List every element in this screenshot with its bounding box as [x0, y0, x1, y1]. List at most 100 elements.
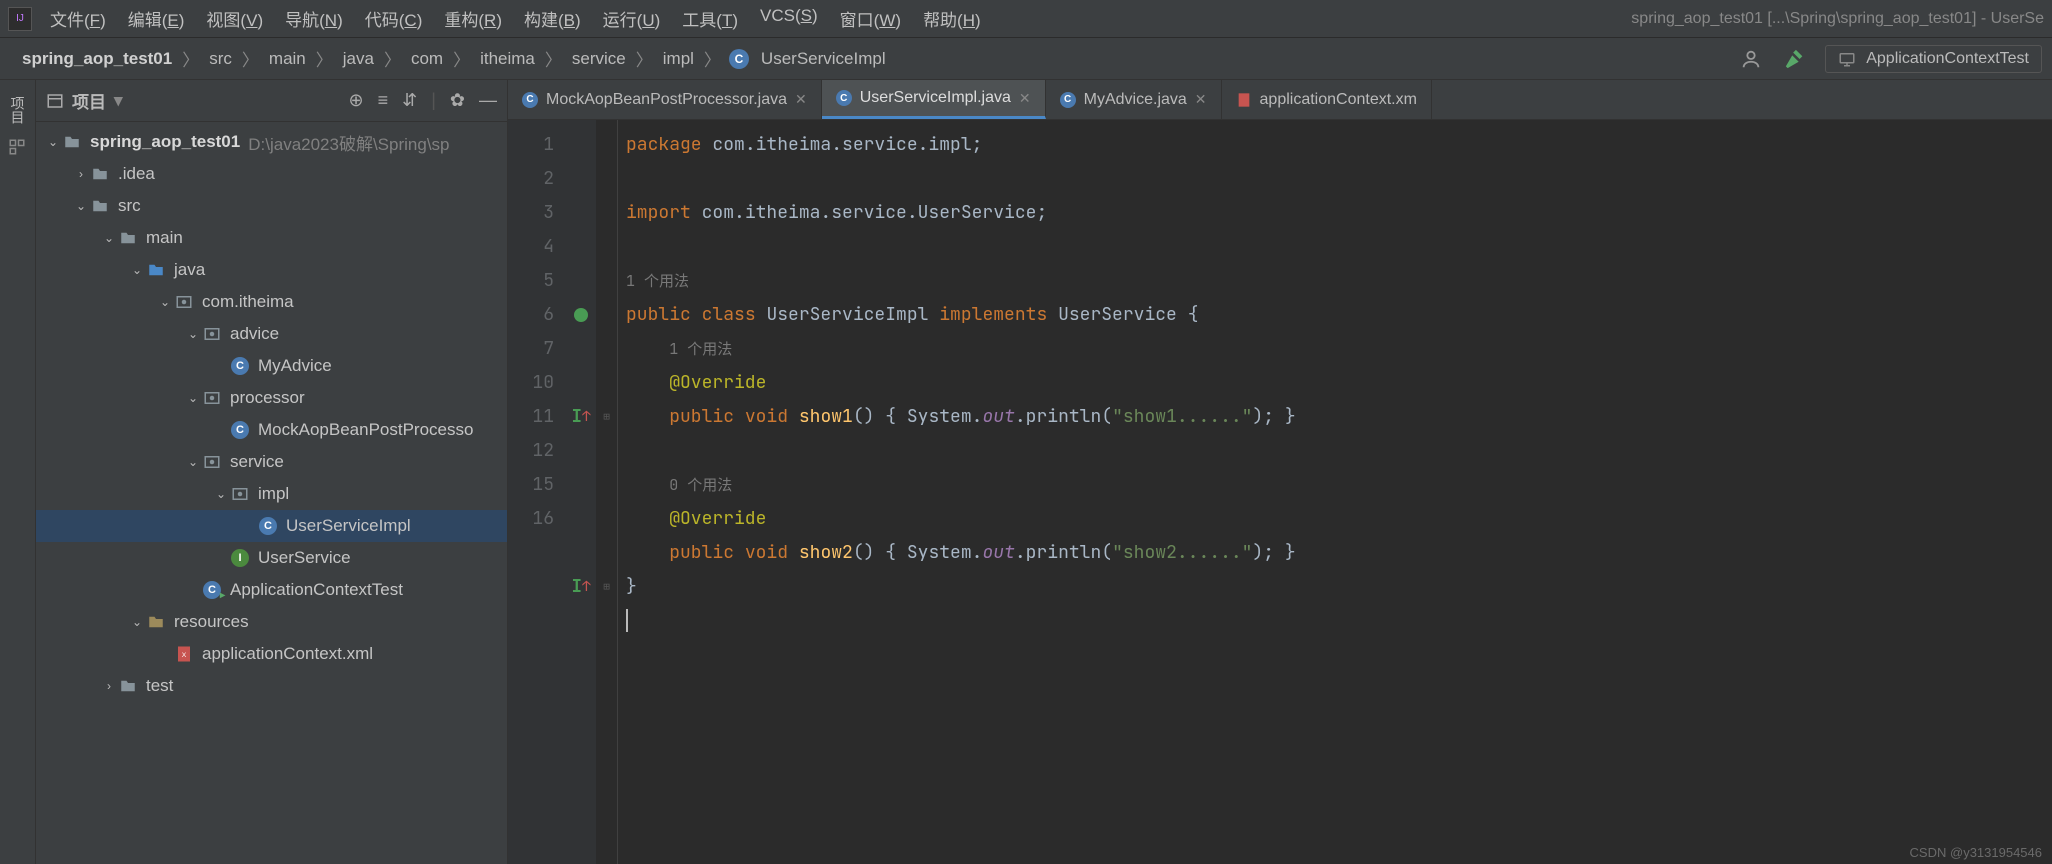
code-line[interactable]: 0 个用法	[626, 468, 2052, 502]
fold-gutter: ⊞⊞	[596, 120, 618, 864]
menu-item[interactable]: 代码(C)	[365, 6, 423, 31]
tree-item[interactable]: ⌄java	[36, 254, 507, 286]
editor-tab[interactable]: CMockAopBeanPostProcessor.java✕	[508, 80, 822, 119]
tree-item[interactable]: C▸ApplicationContextTest	[36, 574, 507, 606]
chevron-icon: 〉	[545, 46, 562, 71]
code-line[interactable]	[626, 434, 2052, 468]
select-opened-icon[interactable]: ⊕	[349, 90, 364, 111]
expand-all-icon[interactable]: ≡	[378, 90, 389, 111]
breadcrumb-item[interactable]: service	[570, 49, 628, 69]
tree-item[interactable]: ⌄src	[36, 190, 507, 222]
code-line[interactable]: public void show2() { System.out.println…	[626, 536, 2052, 570]
editor-tab[interactable]: CUserServiceImpl.java✕	[822, 80, 1046, 119]
chevron-icon: 〉	[182, 46, 199, 71]
tree-item[interactable]: ›test	[36, 670, 507, 702]
menu-item[interactable]: 工具(T)	[682, 6, 738, 31]
build-icon[interactable]	[1781, 45, 1809, 73]
menu-item[interactable]: 文件(F)	[50, 6, 106, 31]
project-tree: ⌄spring_aop_test01D:\java2023破解\Spring\s…	[36, 122, 507, 706]
breadcrumb-item[interactable]: src	[207, 49, 234, 69]
chevron-icon: 〉	[316, 46, 333, 71]
menu-item[interactable]: 导航(N)	[285, 6, 343, 31]
code-line[interactable]: @Override	[626, 502, 2052, 536]
collapse-all-icon[interactable]: ⇵	[402, 90, 417, 111]
menubar: IJ 文件(F) 编辑(E) 视图(V) 导航(N) 代码(C) 重构(R) 构建(B) 运行…	[0, 0, 2052, 38]
tree-root[interactable]: ⌄spring_aop_test01D:\java2023破解\Spring\s…	[36, 126, 507, 158]
chevron-icon: 〉	[384, 46, 401, 71]
left-tool-strip: 项目	[0, 80, 36, 864]
structure-icon[interactable]	[8, 138, 28, 158]
code-line[interactable]: }	[626, 570, 2052, 604]
tree-item[interactable]: ⌄com.itheima	[36, 286, 507, 318]
chevron-icon: 〉	[453, 46, 470, 71]
tree-item[interactable]: ⌄processor	[36, 382, 507, 414]
tree-item[interactable]: CUserServiceImpl	[36, 510, 507, 542]
close-icon[interactable]: ✕	[1195, 91, 1207, 108]
editor-tab[interactable]: CMyAdvice.java✕	[1046, 80, 1222, 119]
tab-label: MyAdvice.java	[1084, 91, 1187, 109]
tree-item[interactable]: ⌄main	[36, 222, 507, 254]
tree-item[interactable]: ⌄resources	[36, 606, 507, 638]
menu-item[interactable]: 窗口(W)	[840, 6, 901, 31]
code-line[interactable]: public void show1() { System.out.println…	[626, 400, 2052, 434]
menu-item[interactable]: VCS(S)	[760, 6, 818, 31]
tab-label: applicationContext.xm	[1260, 91, 1417, 109]
code-line[interactable]: 1 个用法	[626, 332, 2052, 366]
breadcrumb-item[interactable]: java	[341, 49, 376, 69]
breadcrumb-item[interactable]: spring_aop_test01	[20, 49, 174, 69]
breadcrumb-item[interactable]: impl	[661, 49, 696, 69]
code-line[interactable]: package com.itheima.service.impl;	[626, 128, 2052, 162]
code-content[interactable]: package com.itheima.service.impl; import …	[618, 120, 2052, 864]
run-config-selector[interactable]: ApplicationContextTest	[1825, 45, 2042, 73]
class-icon: C	[729, 49, 749, 69]
editor-tabs: CMockAopBeanPostProcessor.java✕CUserServ…	[508, 80, 2052, 120]
code-line[interactable]	[626, 162, 2052, 196]
editor-tab[interactable]: applicationContext.xm	[1222, 80, 1432, 119]
tree-item[interactable]: CMyAdvice	[36, 350, 507, 382]
menu-item[interactable]: 帮助(H)	[923, 6, 981, 31]
line-numbers: 12345671011121516	[508, 120, 566, 864]
tree-item[interactable]: ›.idea	[36, 158, 507, 190]
tree-item[interactable]: ⌄advice	[36, 318, 507, 350]
breadcrumb-item[interactable]: itheima	[478, 49, 537, 69]
project-tool-tab[interactable]: 项目	[4, 88, 32, 132]
menu-item[interactable]: 编辑(E)	[128, 6, 185, 31]
navbar: spring_aop_test01 〉 src 〉 main 〉 java 〉 com 〉 ithe…	[0, 38, 2052, 80]
breadcrumb-item[interactable]: main	[267, 49, 308, 69]
code-line[interactable]	[626, 604, 2052, 638]
close-icon[interactable]: ✕	[1019, 90, 1031, 107]
window-title: spring_aop_test01 [...\Spring\spring_aop…	[1631, 10, 2044, 28]
panel-dropdown-icon[interactable]: ▾	[114, 91, 123, 111]
chevron-icon: 〉	[242, 46, 259, 71]
code-line[interactable]	[626, 230, 2052, 264]
settings-icon[interactable]: ✿	[450, 90, 465, 111]
tree-item[interactable]: CMockAopBeanPostProcesso	[36, 414, 507, 446]
hide-icon[interactable]: —	[479, 90, 497, 111]
breadcrumb: spring_aop_test01 〉 src 〉 main 〉 java 〉 com 〉 ithe…	[20, 46, 888, 71]
menu-items: 文件(F) 编辑(E) 视图(V) 导航(N) 代码(C) 重构(R) 构建(B) 运行(U)…	[50, 6, 981, 31]
close-icon[interactable]: ✕	[795, 91, 807, 108]
code-line[interactable]: @Override	[626, 366, 2052, 400]
tree-item[interactable]: XapplicationContext.xml	[36, 638, 507, 670]
user-icon[interactable]	[1737, 45, 1765, 73]
menu-item[interactable]: 视图(V)	[206, 6, 263, 31]
gutter-icons: I↑I↑	[566, 120, 596, 864]
project-panel: 项目 ▾ ⊕ ≡ ⇵ | ✿ — ⌄spring_aop_test01D:\ja…	[36, 80, 508, 864]
tree-item[interactable]: IUserService	[36, 542, 507, 574]
panel-title-text: 项目	[72, 88, 106, 113]
code-line[interactable]: import com.itheima.service.UserService;	[626, 196, 2052, 230]
tab-label: UserServiceImpl.java	[860, 89, 1011, 107]
breadcrumb-current[interactable]: UserServiceImpl	[759, 49, 888, 69]
app-icon: IJ	[8, 7, 32, 31]
tree-item[interactable]: ⌄service	[36, 446, 507, 478]
code-line[interactable]: public class UserServiceImpl implements …	[626, 298, 2052, 332]
menu-item[interactable]: 重构(R)	[444, 6, 502, 31]
run-config-name: ApplicationContextTest	[1866, 50, 2029, 68]
watermark: CSDN @y3131954546	[1910, 845, 2042, 860]
menu-item[interactable]: 运行(U)	[603, 6, 661, 31]
svg-text:X: X	[182, 652, 187, 659]
code-line[interactable]: 1 个用法	[626, 264, 2052, 298]
breadcrumb-item[interactable]: com	[409, 49, 445, 69]
tree-item[interactable]: ⌄impl	[36, 478, 507, 510]
menu-item[interactable]: 构建(B)	[524, 6, 581, 31]
